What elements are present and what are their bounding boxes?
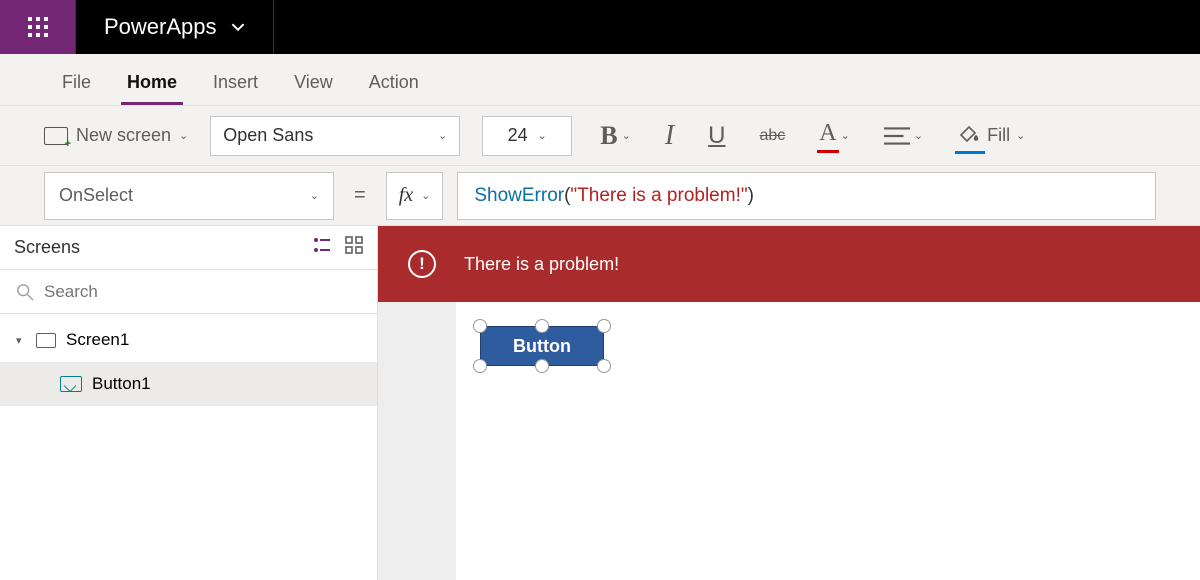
chevron-down-icon: ⌄ xyxy=(421,189,430,202)
fill-label: Fill xyxy=(987,125,1010,146)
fx-dropdown[interactable]: fx ⌄ xyxy=(386,172,444,220)
fx-icon: fx xyxy=(399,184,413,207)
font-color-button[interactable]: A ⌄ xyxy=(813,120,856,151)
equals-sign: = xyxy=(348,184,372,207)
screens-panel-header: Screens xyxy=(0,226,377,270)
align-button[interactable]: ⌄ xyxy=(878,126,929,146)
tree-view-icon[interactable] xyxy=(313,236,331,259)
formula-token-fn: ShowError xyxy=(474,185,564,207)
new-screen-button[interactable]: New screen ⌄ xyxy=(44,125,188,146)
tab-view[interactable]: View xyxy=(276,62,351,105)
collapse-icon: ▾ xyxy=(16,334,26,347)
property-value: OnSelect xyxy=(59,185,133,206)
formula-token-close: ) xyxy=(748,185,754,207)
app-title: PowerApps xyxy=(104,14,217,40)
paint-bucket-icon xyxy=(957,121,981,145)
chevron-down-icon: ⌄ xyxy=(622,129,631,142)
fill-color-button[interactable]: Fill ⌄ xyxy=(951,121,1031,150)
resize-handle-sw[interactable] xyxy=(473,359,487,373)
chevron-down-icon: ⌄ xyxy=(914,129,923,142)
search-icon xyxy=(16,283,34,301)
button-control-icon xyxy=(60,376,82,392)
ribbon-tabs: File Home Insert View Action xyxy=(0,54,1200,106)
tab-home[interactable]: Home xyxy=(109,62,195,105)
chevron-down-icon: ⌄ xyxy=(538,129,547,142)
resize-handle-se[interactable] xyxy=(597,359,611,373)
canvas-area: ! There is a problem! Button xyxy=(378,226,1200,580)
canvas-button-control[interactable]: Button xyxy=(480,326,604,366)
resize-handle-nw[interactable] xyxy=(473,319,487,333)
underline-button[interactable]: U xyxy=(702,122,731,150)
italic-button[interactable]: I xyxy=(659,120,680,152)
app-launcher-button[interactable] xyxy=(0,0,76,54)
resize-handle-s[interactable] xyxy=(535,359,549,373)
chevron-down-icon: ⌄ xyxy=(1016,129,1025,142)
chevron-down-icon xyxy=(231,20,245,34)
error-message: There is a problem! xyxy=(464,254,619,275)
font-size-dropdown[interactable]: 24 ⌄ xyxy=(482,116,572,156)
font-family-value: Open Sans xyxy=(223,125,313,146)
italic-icon: I xyxy=(665,120,674,152)
thumbnail-view-icon[interactable] xyxy=(345,236,363,259)
chevron-down-icon: ⌄ xyxy=(438,129,447,142)
error-banner: ! There is a problem! xyxy=(378,226,1200,302)
formula-token-string: "There is a problem!" xyxy=(570,185,747,207)
search-wrap xyxy=(0,270,377,314)
new-screen-icon xyxy=(44,127,68,145)
ribbon-home: New screen ⌄ Open Sans ⌄ 24 ⌄ B ⌄ I U ab… xyxy=(0,106,1200,166)
fill-swatch xyxy=(955,151,985,154)
app-title-dropdown[interactable]: PowerApps xyxy=(76,0,274,54)
main-area: Screens xyxy=(0,226,1200,580)
formula-bar: OnSelect ⌄ = fx ⌄ ShowError ( "There is … xyxy=(0,166,1200,226)
error-icon: ! xyxy=(408,250,436,278)
bold-icon: B xyxy=(600,121,617,151)
font-color-icon: A xyxy=(819,120,836,151)
underline-icon: U xyxy=(708,122,725,150)
left-panel: Screens xyxy=(0,226,378,580)
formula-input[interactable]: ShowError ( "There is a problem!" ) xyxy=(457,172,1156,220)
app-header: PowerApps xyxy=(0,0,1200,54)
bold-button[interactable]: B ⌄ xyxy=(594,121,637,151)
tree-item-label: Button1 xyxy=(92,374,151,394)
error-glyph: ! xyxy=(419,254,425,274)
resize-handle-n[interactable] xyxy=(535,319,549,333)
chevron-down-icon: ⌄ xyxy=(179,129,188,142)
search-input[interactable] xyxy=(44,282,361,302)
property-dropdown[interactable]: OnSelect ⌄ xyxy=(44,172,334,220)
new-screen-label: New screen xyxy=(76,125,171,146)
design-canvas[interactable]: Button xyxy=(456,302,1200,580)
tree-item-button1[interactable]: Button1 xyxy=(0,362,377,406)
chevron-down-icon: ⌄ xyxy=(310,189,319,202)
strikethrough-button[interactable]: abc xyxy=(754,127,792,145)
tree-item-label: Screen1 xyxy=(66,330,129,350)
screens-panel-title: Screens xyxy=(14,237,80,258)
tab-file[interactable]: File xyxy=(44,62,109,105)
tree-item-screen1[interactable]: ▾ Screen1 xyxy=(0,318,377,362)
chevron-down-icon: ⌄ xyxy=(841,129,850,142)
screen-icon xyxy=(36,333,56,348)
tab-insert[interactable]: Insert xyxy=(195,62,276,105)
font-family-dropdown[interactable]: Open Sans ⌄ xyxy=(210,116,460,156)
strikethrough-icon: abc xyxy=(760,127,786,145)
font-size-value: 24 xyxy=(508,125,528,146)
canvas-button-label: Button xyxy=(513,336,571,357)
align-icon xyxy=(884,126,910,146)
waffle-icon xyxy=(28,17,48,37)
resize-handle-ne[interactable] xyxy=(597,319,611,333)
tab-action[interactable]: Action xyxy=(351,62,437,105)
tree-view: ▾ Screen1 Button1 xyxy=(0,314,377,406)
